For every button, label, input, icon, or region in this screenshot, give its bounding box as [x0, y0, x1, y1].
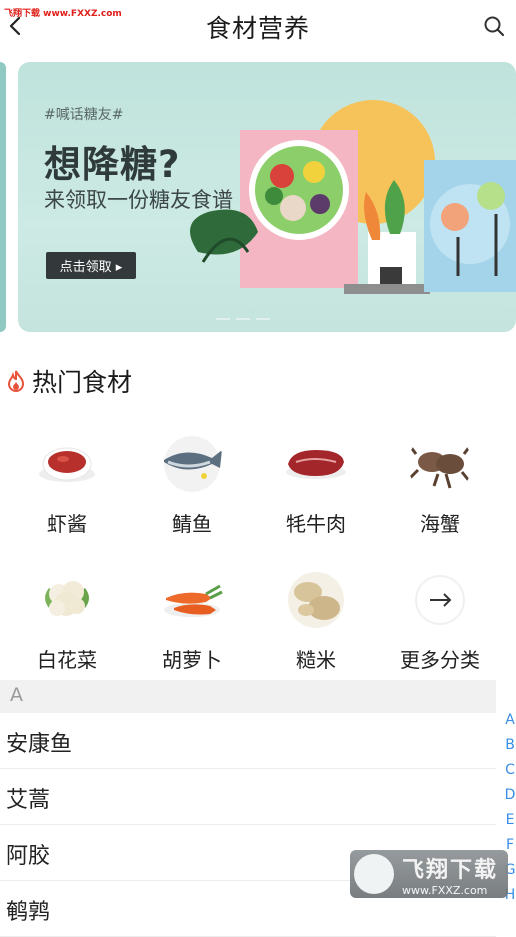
logo-url: www.FXXZ.com: [402, 883, 488, 897]
index-letter[interactable]: D: [500, 787, 516, 812]
shrimp-paste-image: [39, 447, 95, 482]
promo-banner[interactable]: #喊话糖友# 想降糖? 来领取一份糖友食谱 点击领取 ▸: [18, 62, 516, 332]
previous-banner-peek[interactable]: [0, 62, 6, 332]
banner-food-illustration: [190, 100, 516, 294]
arrow-right-icon: [415, 575, 465, 625]
list-item-label: 阿胶: [6, 844, 51, 869]
site-logo-watermark: 飞翔下载 www.FXXZ.com: [350, 850, 508, 898]
list-section-header: A: [0, 680, 496, 713]
ingredient-label: 更多分类: [400, 648, 480, 672]
carousel-dot: [216, 318, 230, 320]
ingredient-cauliflower[interactable]: 白花菜: [5, 568, 129, 673]
list-item[interactable]: 安康鱼: [0, 713, 496, 769]
index-letter[interactable]: A: [500, 712, 516, 737]
carousel-dot: [236, 318, 250, 320]
ingredient-label: 牦牛肉: [286, 512, 346, 536]
hot-ingredients-header: 热门食材: [6, 364, 132, 398]
ingredient-label: 鲭鱼: [172, 512, 212, 536]
carousel-indicator: [216, 318, 270, 320]
banner-tag: #喊话糖友#: [44, 107, 124, 123]
brown-rice-image: [288, 572, 344, 628]
yak-meat-image: [286, 450, 346, 479]
banner-headline: 想降糖?: [44, 143, 181, 186]
fire-icon: [7, 370, 25, 392]
section-title: 热门食材: [32, 368, 133, 397]
ingredient-shrimp-paste[interactable]: 虾酱: [5, 432, 129, 537]
mackerel-image: [164, 436, 222, 492]
ingredient-label: 糙米: [296, 648, 336, 672]
list-item-label: 鹌鹑: [6, 900, 51, 925]
ingredient-mackerel[interactable]: 鲭鱼: [130, 432, 254, 537]
list-item-label: 安康鱼: [6, 732, 73, 757]
logo-name: 飞翔下载: [402, 857, 499, 883]
ingredient-label: 虾酱: [47, 512, 87, 536]
list-item[interactable]: 艾蒿: [0, 769, 496, 825]
sea-crab-image: [408, 445, 472, 489]
index-letter[interactable]: B: [500, 737, 516, 762]
carousel-dot: [256, 318, 270, 320]
ingredient-sea-crab[interactable]: 海蟹: [378, 432, 502, 537]
index-letter[interactable]: C: [500, 762, 516, 787]
more-categories-button[interactable]: 更多分类: [378, 568, 502, 673]
logo-icon: [354, 854, 394, 894]
carrot-image: [164, 584, 223, 617]
ingredient-carrot[interactable]: 胡萝卜: [130, 568, 254, 673]
list-item-label: 艾蒿: [6, 788, 51, 813]
ingredient-brown-rice[interactable]: 糙米: [254, 568, 378, 673]
claim-button[interactable]: 点击领取 ▸: [46, 252, 136, 279]
ingredient-label: 海蟹: [420, 512, 460, 536]
search-icon[interactable]: [482, 14, 506, 38]
page-title: 食材营养: [205, 14, 310, 43]
top-bar: 食材营养: [0, 0, 516, 52]
cauliflower-image: [45, 581, 89, 616]
ingredient-yak-meat[interactable]: 牦牛肉: [254, 432, 378, 537]
ingredient-label: 白花菜: [37, 648, 97, 672]
section-letter: A: [10, 684, 23, 706]
index-letter[interactable]: E: [500, 812, 516, 837]
ingredient-label: 胡萝卜: [162, 648, 222, 672]
